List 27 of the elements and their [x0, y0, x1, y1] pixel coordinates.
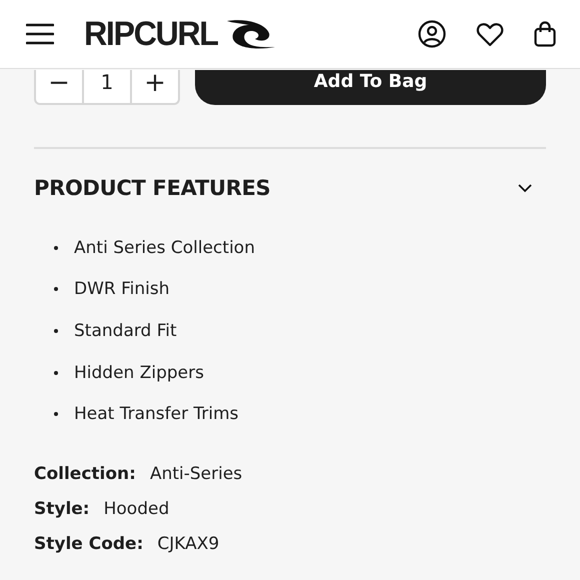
bullet-icon — [54, 328, 58, 333]
detail-value: Anti-Series — [150, 464, 242, 484]
detail-label: Style: — [34, 499, 90, 520]
account-icon[interactable] — [418, 20, 446, 48]
brand-logo[interactable]: RIPCURL — [84, 14, 218, 54]
shopping-bag-icon[interactable] — [534, 21, 556, 47]
detail-value: Hooded — [104, 499, 170, 520]
bullet-icon — [54, 370, 58, 375]
detail-label: Style Code: — [34, 534, 144, 554]
bullet-icon — [54, 412, 58, 416]
detail-value: CJKAX9 — [157, 534, 220, 554]
feature-text: Hidden Zippers — [74, 362, 204, 383]
feature-text: Heat Transfer Trims — [74, 404, 239, 424]
heart-icon[interactable] — [476, 22, 504, 46]
chevron-icon[interactable] — [518, 184, 532, 192]
feature-text: Standard Fit — [74, 320, 177, 341]
feature-text: Anti Series Collection — [74, 238, 255, 258]
section-title[interactable]: PRODUCT FEATURES — [34, 176, 270, 200]
decrease-button[interactable]: − — [36, 70, 84, 103]
detail-label: Collection: — [34, 464, 136, 484]
bullet-icon — [54, 287, 58, 292]
quantity-value: 1 — [84, 70, 132, 103]
menu-icon[interactable] — [26, 23, 54, 45]
feature-text: DWR Finish — [74, 279, 170, 300]
increase-button[interactable]: + — [132, 70, 178, 103]
bullet-icon — [54, 246, 58, 250]
add-to-bag-button[interactable]: Add To Bag — [195, 70, 546, 105]
